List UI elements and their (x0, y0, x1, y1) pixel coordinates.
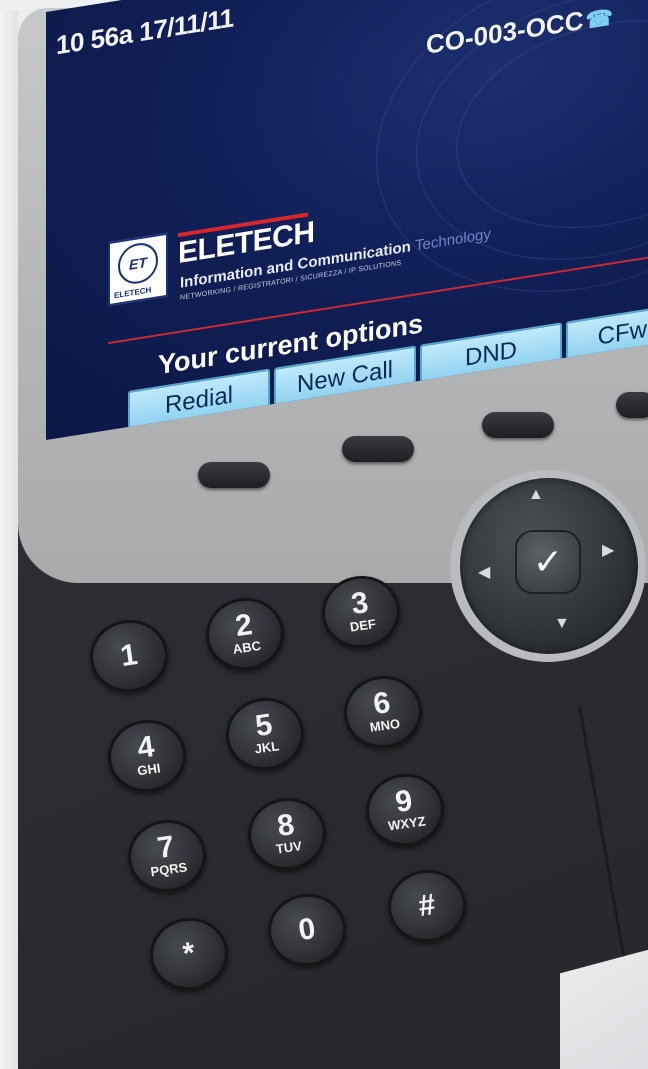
key-digit: * (180, 936, 198, 971)
tagline-accent: Technology (415, 225, 491, 255)
wall-background (0, 0, 18, 1069)
checkmark-icon: ✓ (532, 541, 564, 582)
hardware-softkey-1[interactable] (198, 462, 270, 488)
logo-emblem: ET ELETECH (108, 232, 168, 307)
nav-right-arrow-icon[interactable]: ▶ (602, 540, 614, 560)
nav-left-arrow-icon[interactable]: ◀ (478, 562, 490, 582)
hardware-softkey-4[interactable] (616, 392, 648, 418)
emblem-text: ELETECH (114, 285, 152, 301)
key-digit: 0 (296, 912, 318, 948)
key-digit: 1 (118, 638, 140, 674)
status-time-date: 10 56a 17/11/11 (56, 2, 234, 61)
key-digit: # (416, 888, 438, 924)
nav-down-arrow-icon[interactable]: ▼ (554, 615, 570, 633)
phone-icon: ☎ (585, 4, 613, 34)
nav-select-button[interactable]: ✓ (515, 530, 581, 594)
emblem-circle-icon: ET (118, 240, 158, 287)
company-logo: ET ELETECH ELETECH Information and Commu… (108, 160, 628, 332)
photo-frame: 10 56a 17/11/11 CO-003-OCC☎ ET ELETECH E… (0, 0, 648, 1069)
hardware-softkey-3[interactable] (482, 412, 554, 438)
hardware-softkey-2[interactable] (342, 436, 414, 462)
nav-up-arrow-icon[interactable]: ▲ (528, 486, 544, 504)
